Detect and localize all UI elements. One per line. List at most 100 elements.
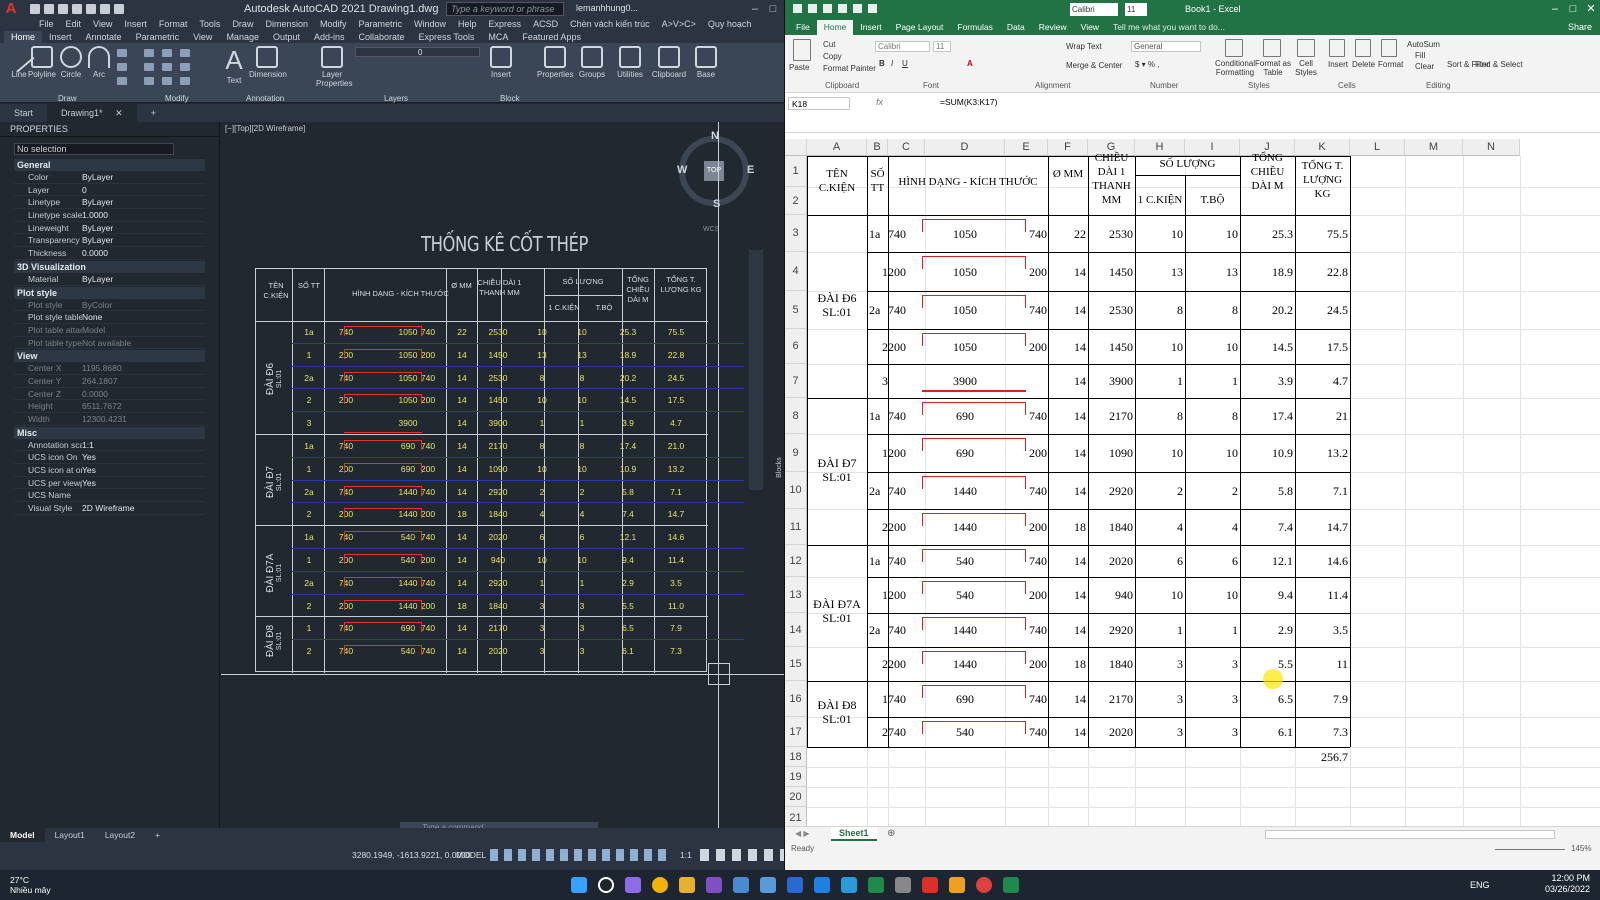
data-cell[interactable]: 200 <box>888 657 910 671</box>
property-value[interactable]: 2D Wireframe <box>82 502 205 514</box>
data-cell[interactable]: 14.7 <box>1295 520 1348 534</box>
tab-model[interactable]: Model <box>0 828 45 842</box>
todo-icon[interactable] <box>814 877 830 893</box>
zalo-icon[interactable] <box>787 877 803 893</box>
horizontal-scrollbar[interactable] <box>1265 830 1555 839</box>
excel-taskbar-icon-2[interactable] <box>1003 877 1019 893</box>
data-cell[interactable]: 940 <box>1088 588 1133 602</box>
clear-button[interactable]: Clear <box>1415 62 1434 71</box>
currency-button[interactable]: $ ▾ % , <box>1135 60 1159 69</box>
data-cell[interactable]: 1 <box>1135 374 1183 388</box>
undo-icon[interactable] <box>853 4 862 13</box>
cell-styles-icon[interactable] <box>1297 39 1315 57</box>
menu-item[interactable]: Dimension <box>259 18 314 31</box>
data-cell[interactable]: 4.7 <box>1295 374 1348 388</box>
data-cell[interactable]: 2a <box>869 303 888 317</box>
copy-button[interactable]: Copy <box>823 52 842 61</box>
rotate-icon[interactable] <box>162 49 172 57</box>
weather-widget[interactable]: 27°C Nhiều mây <box>10 875 51 895</box>
data-cell[interactable]: 10 <box>1185 588 1238 602</box>
row-header[interactable]: 9 <box>785 434 807 472</box>
property-row[interactable]: Material ByLayer <box>14 273 205 286</box>
data-cell[interactable]: 200 <box>888 340 910 354</box>
data-cell[interactable]: 1450 <box>1088 340 1133 354</box>
property-value[interactable]: None <box>82 311 205 323</box>
data-cell[interactable]: 7.4 <box>1240 520 1293 534</box>
data-cell[interactable]: 5.8 <box>1240 484 1293 498</box>
row-header[interactable]: 1 <box>785 156 807 187</box>
data-cell[interactable]: 2920 <box>1088 484 1133 498</box>
search-icon[interactable] <box>598 877 614 893</box>
data-cell[interactable]: 740 <box>1025 484 1047 498</box>
group-modify[interactable]: Modify <box>165 94 189 103</box>
data-cell[interactable]: 200 <box>888 520 910 534</box>
dimension-tool[interactable]: Dimension <box>249 46 287 79</box>
row-header[interactable]: 18 <box>785 747 807 767</box>
drawing-canvas[interactable]: [−][Top][2D Wireframe] THỐNG KÊ CỐT THÉP… <box>221 122 784 828</box>
data-cell[interactable]: 2 <box>1135 484 1183 498</box>
save-icon[interactable] <box>58 4 68 14</box>
property-row[interactable]: Annotation scale1:1 <box>14 439 205 452</box>
data-cell[interactable]: 1 <box>1185 623 1238 637</box>
data-cell[interactable]: 18 <box>1048 657 1086 671</box>
header-cell[interactable]: 1 C.KIỆN <box>1135 193 1185 207</box>
data-cell[interactable]: 200 <box>1025 340 1047 354</box>
navigation-bar[interactable] <box>749 250 763 490</box>
autocad-logo-icon[interactable]: A <box>0 0 22 18</box>
data-cell[interactable]: 740 <box>888 227 910 241</box>
data-cell[interactable]: 740 <box>1025 409 1047 423</box>
property-row[interactable]: Linetype scale 1.0000 <box>14 209 205 222</box>
data-cell[interactable]: 18.9 <box>1240 265 1293 279</box>
menu-item[interactable]: Modify <box>314 18 353 31</box>
print-icon[interactable] <box>838 4 847 13</box>
ribbon-tab-data[interactable]: Data <box>1000 20 1032 35</box>
ribbon-tab[interactable]: Collaborate <box>352 31 412 43</box>
data-cell[interactable]: 3 <box>1135 692 1183 706</box>
property-row[interactable]: Lineweight ByLayer <box>14 222 205 235</box>
data-cell[interactable]: 1a <box>869 554 888 568</box>
column-header[interactable]: E <box>1005 139 1048 156</box>
data-cell[interactable]: 2a <box>869 623 888 637</box>
data-cell[interactable]: 1 <box>869 692 888 706</box>
user-account[interactable]: lemanhhung0... <box>576 3 638 13</box>
data-cell[interactable]: 200 <box>1025 520 1047 534</box>
zoom-level[interactable]: 145% <box>1571 844 1591 853</box>
group-draw[interactable]: Draw <box>58 94 77 103</box>
property-value[interactable]: ByColor <box>82 299 205 311</box>
section-header-view[interactable]: View <box>14 350 205 363</box>
row-header[interactable]: 15 <box>785 647 807 681</box>
menu-item[interactable]: Parametric <box>353 18 409 31</box>
data-cell[interactable]: 200 <box>1025 446 1047 460</box>
data-cell[interactable]: 1a <box>869 409 888 423</box>
property-value[interactable]: 0 <box>82 184 205 196</box>
data-cell[interactable]: 25.3 <box>1240 227 1293 241</box>
hatch-icon[interactable] <box>117 63 127 71</box>
total-cell[interactable]: 256.7 <box>1295 750 1348 764</box>
data-cell[interactable]: 740 <box>888 554 910 568</box>
data-cell[interactable]: 2170 <box>1088 409 1133 423</box>
column-header[interactable]: I <box>1185 139 1240 156</box>
maximize-icon[interactable]: □ <box>764 0 782 18</box>
column-header[interactable]: M <box>1405 139 1463 156</box>
tab-layout2[interactable]: Layout2 <box>95 828 145 842</box>
data-cell[interactable]: 2020 <box>1088 725 1133 739</box>
data-cell[interactable]: 1450 <box>1088 265 1133 279</box>
polyline-tool[interactable]: Polyline <box>27 46 57 79</box>
data-cell[interactable]: 1a <box>869 227 888 241</box>
insert-cells-icon[interactable] <box>1329 39 1345 57</box>
ribbon-tab-page-layout[interactable]: Page Layout <box>889 20 951 35</box>
paste-button[interactable]: Paste <box>789 63 809 72</box>
header-cell[interactable]: T.BỘ <box>1185 193 1240 207</box>
data-cell[interactable]: 13 <box>1135 265 1183 279</box>
data-cell[interactable]: 10 <box>1185 340 1238 354</box>
column-header[interactable]: A <box>807 139 867 156</box>
data-cell[interactable]: 6.5 <box>1240 692 1293 706</box>
row-header[interactable]: 16 <box>785 681 807 717</box>
data-cell[interactable]: 10 <box>1185 227 1238 241</box>
data-cell[interactable]: 740 <box>1025 725 1047 739</box>
property-row[interactable]: Linetype ByLayer <box>14 196 205 210</box>
data-cell[interactable]: 740 <box>888 409 910 423</box>
group-cell[interactable]: ĐÀI Đ6 SL:01 <box>809 291 865 319</box>
header-cell[interactable]: CHIỀU DÀI 1 THANH MM <box>1088 151 1135 207</box>
copy-icon[interactable] <box>144 63 154 71</box>
